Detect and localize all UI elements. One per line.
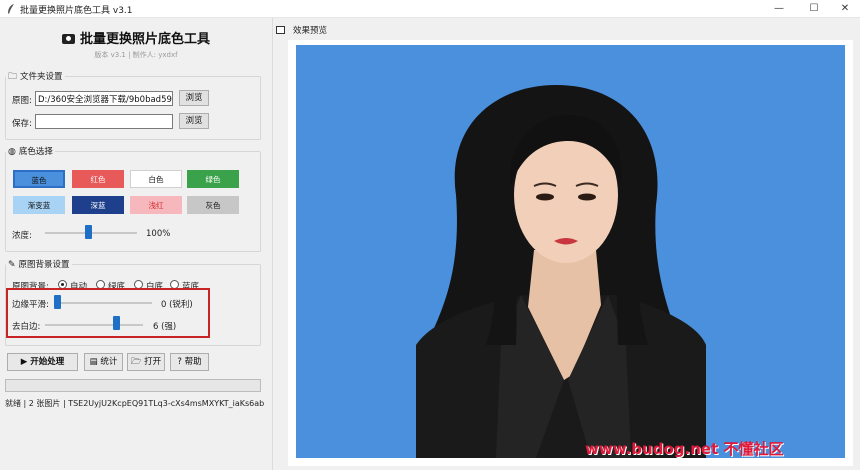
status-bar: 就绪 | 2 张图片 | TSE2UyjU2KcpEQ91TLq3-cXs4ms… (5, 399, 265, 408)
title-bar: 批量更换照片底色工具 v3.1 — ☐ ✕ (0, 0, 860, 18)
close-button[interactable]: ✕ (830, 0, 860, 18)
density-label: 浓度: (12, 231, 32, 241)
save-label: 保存: (12, 119, 32, 129)
window-title: 批量更换照片底色工具 v3.1 (20, 6, 133, 16)
open-label: 打开 (144, 357, 162, 367)
preview-header: 效果预览 (276, 24, 327, 36)
stats-label: 统计 (100, 357, 118, 367)
source-browse-button[interactable]: 浏览 (179, 90, 209, 106)
swatch-button[interactable]: 蓝色 (13, 170, 65, 188)
folder-open-icon: 🗁 (130, 357, 145, 367)
start-process-label: 开始处理 (30, 357, 65, 367)
app-subtitle: 版本 v3.1 | 制作人: yxdxf (94, 51, 178, 59)
edge-smooth-label: 边缘平滑: (12, 300, 49, 310)
background-settings-title: ✎ 原图背景设置 (6, 258, 72, 270)
open-button[interactable]: 🗁 打开 (127, 353, 165, 371)
folder-settings-title: 🗀 文件夹设置 (6, 69, 65, 85)
feather-icon (8, 4, 14, 14)
edge-smooth-value: 0 (锐利) (161, 300, 193, 310)
minimize-button[interactable]: — (764, 0, 794, 18)
preview-photo (296, 45, 845, 458)
folder-settings-label: 文件夹设置 (20, 72, 63, 82)
save-browse-button[interactable]: 浏览 (179, 113, 209, 129)
help-icon: ? (177, 357, 185, 367)
panel-divider[interactable] (272, 18, 273, 470)
remove-border-slider-thumb[interactable] (113, 316, 121, 330)
pencil-icon: ✎ (8, 260, 16, 270)
image-icon (276, 26, 285, 34)
app-title: 批量更换照片底色工具 (0, 28, 272, 47)
stats-icon: ▤ (89, 357, 101, 367)
palette-icon: ◍ (8, 147, 16, 157)
color-selection-title: ◍ 底色选择 (6, 145, 55, 157)
help-label: 帮助 (184, 357, 202, 367)
folder-settings-group (5, 76, 261, 140)
remove-border-label: 去白边: (12, 322, 41, 332)
swatch-button[interactable]: 渐变蓝 (13, 196, 65, 214)
maximize-button[interactable]: ☐ (799, 0, 829, 18)
portrait-image (416, 85, 706, 458)
background-settings-label: 原图背景设置 (18, 260, 70, 270)
edge-smooth-slider-track[interactable] (56, 302, 152, 304)
preview-title: 效果预览 (293, 26, 328, 36)
color-selection-label: 底色选择 (18, 147, 53, 157)
swatch-button[interactable]: 红色 (72, 170, 124, 188)
remove-border-slider-track[interactable] (45, 324, 143, 326)
help-button[interactable]: ? 帮助 (170, 353, 209, 371)
control-panel: 批量更换照片底色工具 版本 v3.1 | 制作人: yxdxf 🗀 文件夹设置 原… (0, 18, 272, 470)
folder-icon: 🗀 (8, 72, 18, 82)
progress-bar (5, 379, 261, 392)
swatch-button[interactable]: 白色 (130, 170, 182, 188)
play-icon: ▶ (20, 357, 31, 367)
source-label: 原图: (12, 96, 32, 106)
source-path-input[interactable]: D:/360安全浏览器下载/9b0bad59d (35, 91, 173, 106)
swatch-button[interactable]: 灰色 (187, 196, 239, 214)
start-process-button[interactable]: ▶ 开始处理 (7, 353, 78, 371)
swatch-button[interactable]: 绿色 (187, 170, 239, 188)
density-slider-thumb[interactable] (84, 225, 92, 239)
app-window: 批量更换照片底色工具 v3.1 — ☐ ✕ 批量更换照片底色工具 版本 v3.1… (0, 0, 860, 470)
remove-border-value: 6 (强) (153, 322, 177, 332)
swatch-button[interactable]: 浅红 (130, 196, 182, 214)
edge-smooth-slider-thumb[interactable] (54, 295, 61, 309)
camera-icon (61, 34, 75, 44)
save-path-input[interactable] (35, 114, 173, 129)
density-value: 100% (146, 229, 171, 239)
swatch-button[interactable]: 深蓝 (72, 196, 124, 214)
stats-button[interactable]: ▤ 统计 (84, 353, 123, 371)
watermark: www.budog.net 不懂社区 (585, 440, 784, 458)
app-title-text: 批量更换照片底色工具 (79, 32, 210, 47)
